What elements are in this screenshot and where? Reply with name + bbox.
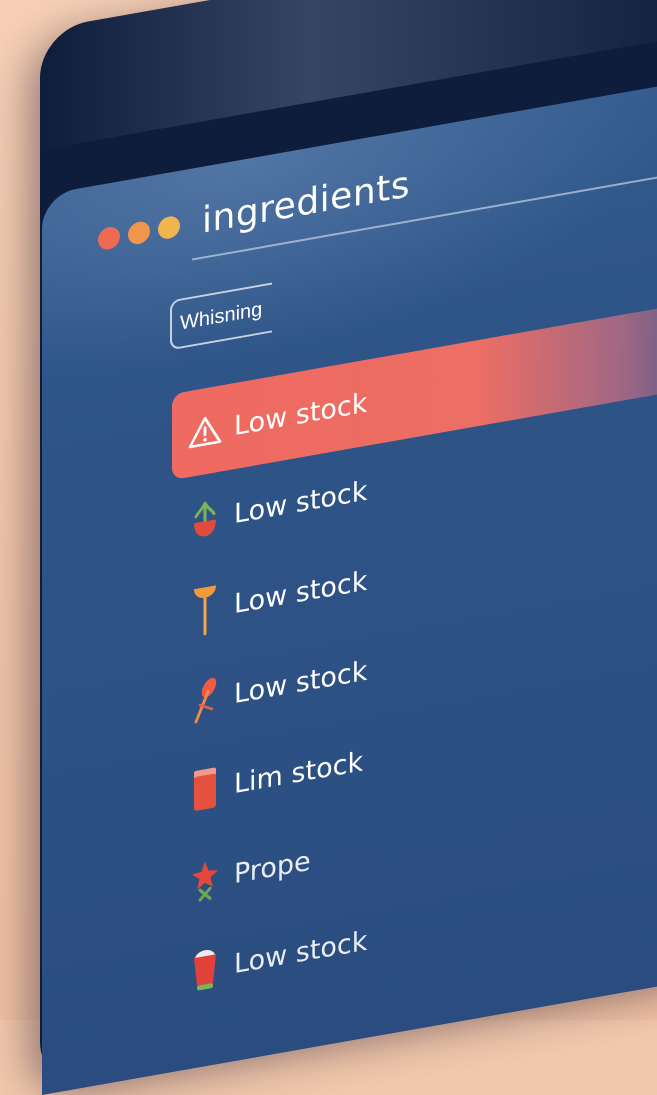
list-item-label: Low stock <box>234 475 368 530</box>
list-item-label: Low stock <box>234 925 368 980</box>
app-window: ingredients Low stock Low stock <box>42 78 657 1095</box>
warning-icon <box>188 403 222 459</box>
list-item-label: Low stock <box>234 655 368 710</box>
list-item-label: Low stock <box>234 387 368 442</box>
list-item-label: Prope <box>234 845 311 890</box>
minimize-button[interactable] <box>128 219 150 246</box>
ingredient-list: Low stock Low stock Low stock Low stock … <box>172 295 657 1020</box>
jar-icon <box>188 761 222 817</box>
whisk-icon <box>188 581 222 637</box>
cup-icon <box>188 941 222 997</box>
list-item-label: Lim stock <box>234 745 364 800</box>
spice-icon <box>188 671 222 727</box>
list-item-label: Low stock <box>234 565 368 620</box>
star-anise-icon <box>188 851 222 907</box>
herb-bowl-icon <box>188 491 222 547</box>
maximize-button[interactable] <box>158 214 180 241</box>
close-button[interactable] <box>98 224 120 251</box>
